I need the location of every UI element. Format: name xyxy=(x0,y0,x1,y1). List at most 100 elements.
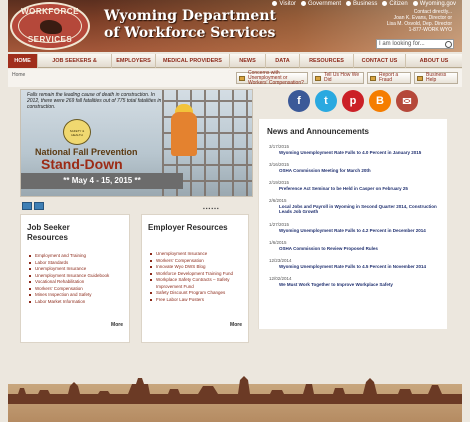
hero-subheadline: Stand-Down xyxy=(41,156,123,172)
contact-line: 1-877-WORK WYO xyxy=(408,27,452,33)
nav-item-resources[interactable]: RESOURCES xyxy=(300,54,354,68)
concerns-button[interactable]: Concerns with Unemployment or Workers' C… xyxy=(236,69,308,86)
news-link[interactable]: OSHA Commission Meeting for March 20th xyxy=(269,168,447,173)
dws-logo[interactable]: WORKFORCE SERVICES xyxy=(10,2,90,50)
tell-us-button-label: Tell Us How We Did xyxy=(324,72,360,83)
nav-item-contact-us[interactable]: CONTACT US xyxy=(354,54,406,68)
news-link[interactable]: We Must Work Together to Improve Workpla… xyxy=(269,282,447,287)
resource-link[interactable]: Free Labor Law Posters xyxy=(150,297,244,304)
feedback-icon xyxy=(315,76,321,81)
bullet-icon xyxy=(412,1,418,6)
resource-link[interactable]: Labor Market Information xyxy=(29,299,127,306)
social-links: f t p B ✉ xyxy=(288,90,418,112)
bullet-icon xyxy=(272,1,278,6)
audience-link-label: Wyoming.gov xyxy=(419,1,456,8)
twitter-icon[interactable]: t xyxy=(315,90,337,112)
pause-icon[interactable] xyxy=(22,202,32,210)
breadcrumb[interactable]: Home xyxy=(12,72,25,78)
news-item: 1/27/2015 Wyoming Unemployment Rate Falls… xyxy=(269,222,447,240)
news-link[interactable]: Wyoming Unemployment Rate Falls to 4.2 P… xyxy=(269,228,447,233)
job-seeker-links: Employment and Training Labor Standards … xyxy=(29,253,127,306)
slideshow-controls xyxy=(22,202,44,210)
employer-links: Unemployment Insurance Workers' Compensa… xyxy=(150,251,244,304)
employer-more-link[interactable]: More xyxy=(230,322,242,328)
nav-item-job-seekers[interactable]: JOB SEEKERS & WORKERS xyxy=(38,54,112,78)
audience-link-label: Government xyxy=(307,1,341,8)
question-icon xyxy=(239,76,245,81)
footer-skyline xyxy=(8,346,462,422)
seal-text: SAFETY & HEALTH xyxy=(69,129,85,137)
news-item: 2/6/2015 Local Jobs and Payroll in Wyomin… xyxy=(269,198,447,222)
news-item: 3/16/2015 OSHA Commission Meeting for Mar… xyxy=(269,162,447,180)
hero-dates: ** May 4 - 15, 2015 ** xyxy=(21,173,183,189)
facebook-icon[interactable]: f xyxy=(288,90,310,112)
news-link[interactable]: Wyoming Unemployment Rate Falls to 4.0 P… xyxy=(269,150,447,155)
nav-item-about-us[interactable]: ABOUT US xyxy=(406,54,462,68)
logo-text-top: WORKFORCE xyxy=(21,7,79,16)
business-help-button-label: Business Help xyxy=(426,72,447,83)
contact-block: Contact directly... Joan K. Evans, Direc… xyxy=(387,9,452,33)
news-link[interactable]: Preference Act Seminar to be Held in Cas… xyxy=(269,186,447,191)
nav-item-medical-providers[interactable]: MEDICAL PROVIDERS xyxy=(156,54,230,68)
news-link[interactable]: Local Jobs and Payroll in Wyoming in Sec… xyxy=(269,204,447,214)
card-title: Job Seeker Resources xyxy=(27,223,70,242)
worker-image xyxy=(171,112,197,156)
bucking-horse-icon xyxy=(40,20,62,34)
resource-link[interactable]: Workplace Safety Contracts – Safety Impr… xyxy=(150,277,244,290)
report-fraud-button[interactable]: Report a Fraud xyxy=(367,72,411,84)
safety-seal: SAFETY & HEALTH xyxy=(63,119,91,145)
hero-caption: Falls remain the leading cause of death … xyxy=(27,92,162,110)
bullet-icon xyxy=(346,1,351,6)
search-icon[interactable] xyxy=(445,41,452,48)
audience-link-citizen[interactable]: Citizen xyxy=(382,1,408,8)
nav-item-news[interactable]: NEWS xyxy=(230,54,266,68)
news-title: News and Announcements xyxy=(267,127,369,136)
audience-link-label: Visitor xyxy=(279,1,296,8)
warning-icon xyxy=(370,76,376,81)
report-fraud-button-label: Report a Fraud xyxy=(379,72,399,83)
audience-link-visitor[interactable]: Visitor xyxy=(272,1,296,7)
audience-links: Visitor Government Business Citizen Wyom… xyxy=(272,1,456,7)
search-placeholder: I am looking for... xyxy=(379,41,425,47)
blogger-icon[interactable]: B xyxy=(369,90,391,112)
news-link[interactable]: OSHA Commission to Review Proposed Rules xyxy=(269,246,447,251)
news-item: 2/19/2015 Preference Act Seminar to be He… xyxy=(269,180,447,198)
nav-item-employers[interactable]: EMPLOYERS xyxy=(112,54,156,68)
logo-text-bottom: SERVICES xyxy=(27,35,73,44)
site-title-line2: of Workforce Services xyxy=(104,25,276,41)
audience-link-label: Business xyxy=(353,1,378,8)
email-icon[interactable]: ✉ xyxy=(396,90,418,112)
hero-slideshow[interactable]: Falls remain the leading cause of death … xyxy=(20,89,253,197)
employer-resources-card: Employer Resources Unemployment Insuranc… xyxy=(141,214,249,343)
site-title[interactable]: Wyoming Department of Workforce Services xyxy=(104,8,276,42)
nav-item-home[interactable]: HOME xyxy=(8,54,38,68)
business-help-button[interactable]: Business Help xyxy=(414,72,458,84)
nav-item-data[interactable]: DATA xyxy=(266,54,300,68)
audience-link-wyoming-gov[interactable]: Wyoming.gov xyxy=(412,1,456,8)
news-item: 1/6/2015 OSHA Commission to Review Propos… xyxy=(269,240,447,258)
play-icon[interactable] xyxy=(34,202,44,210)
breadcrumb-bar: Home Concerns with Unemployment or Worke… xyxy=(8,69,462,87)
skyline-silhouette xyxy=(8,376,462,404)
slide-pager[interactable]: ▪▪▪▪▪▪ xyxy=(203,206,220,212)
site-title-line1: Wyoming Department xyxy=(104,8,276,24)
briefcase-icon xyxy=(417,76,423,81)
news-item: 12/02/2014 We Must Work Together to Impro… xyxy=(269,276,447,294)
job-seeker-resources-card: Job Seeker Resources Employment and Trai… xyxy=(20,214,130,343)
main-nav: HOME JOB SEEKERS & WORKERS EMPLOYERS MED… xyxy=(8,54,462,78)
news-panel: News and Announcements 3/17/2015 Wyoming … xyxy=(258,119,447,329)
pinterest-icon[interactable]: p xyxy=(342,90,364,112)
site-header: WORKFORCE SERVICES Wyoming Department of… xyxy=(8,0,462,52)
audience-link-government[interactable]: Government xyxy=(300,1,341,8)
job-seeker-more-link[interactable]: More xyxy=(111,322,123,328)
tell-us-button[interactable]: Tell Us How We Did xyxy=(312,72,364,84)
news-link[interactable]: Wyoming Unemployment Rate Falls to 4.5 P… xyxy=(269,264,447,269)
audience-link-business[interactable]: Business xyxy=(346,1,377,7)
audience-link-label: Citizen xyxy=(389,1,408,8)
search-input[interactable]: I am looking for... xyxy=(376,39,454,49)
bullet-icon xyxy=(300,1,306,6)
concerns-button-label: Concerns with Unemployment or Workers' C… xyxy=(248,69,304,86)
card-title: Employer Resources xyxy=(148,223,228,232)
news-item: 3/17/2015 Wyoming Unemployment Rate Falls… xyxy=(269,144,447,162)
bullet-icon xyxy=(382,1,388,6)
